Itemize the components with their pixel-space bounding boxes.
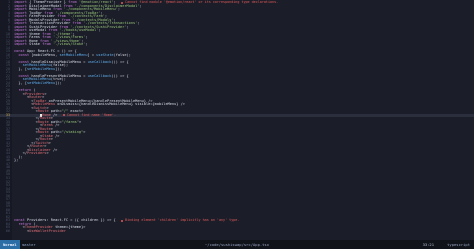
code-line[interactable]: 66 <UseWalletProvider [0, 228, 474, 233]
file-path: ~/code/sushiswap/src/App.tsx [205, 242, 270, 247]
status-bar: Normal master ~/code/sushiswap/src/App.t… [0, 240, 474, 249]
cursor-position: 33:21 [422, 242, 434, 247]
error-dot-icon [121, 219, 124, 222]
mode-indicator: Normal [0, 240, 20, 249]
git-branch: master [22, 242, 36, 247]
file-type: typescript [447, 242, 470, 247]
error-dot-icon [63, 114, 65, 117]
line-number: 66 [5, 228, 10, 233]
line-text: <UseWalletProvider [14, 228, 66, 233]
code-editor[interactable]: 1 import { ThemeProvider } from '@emotion… [0, 0, 474, 240]
